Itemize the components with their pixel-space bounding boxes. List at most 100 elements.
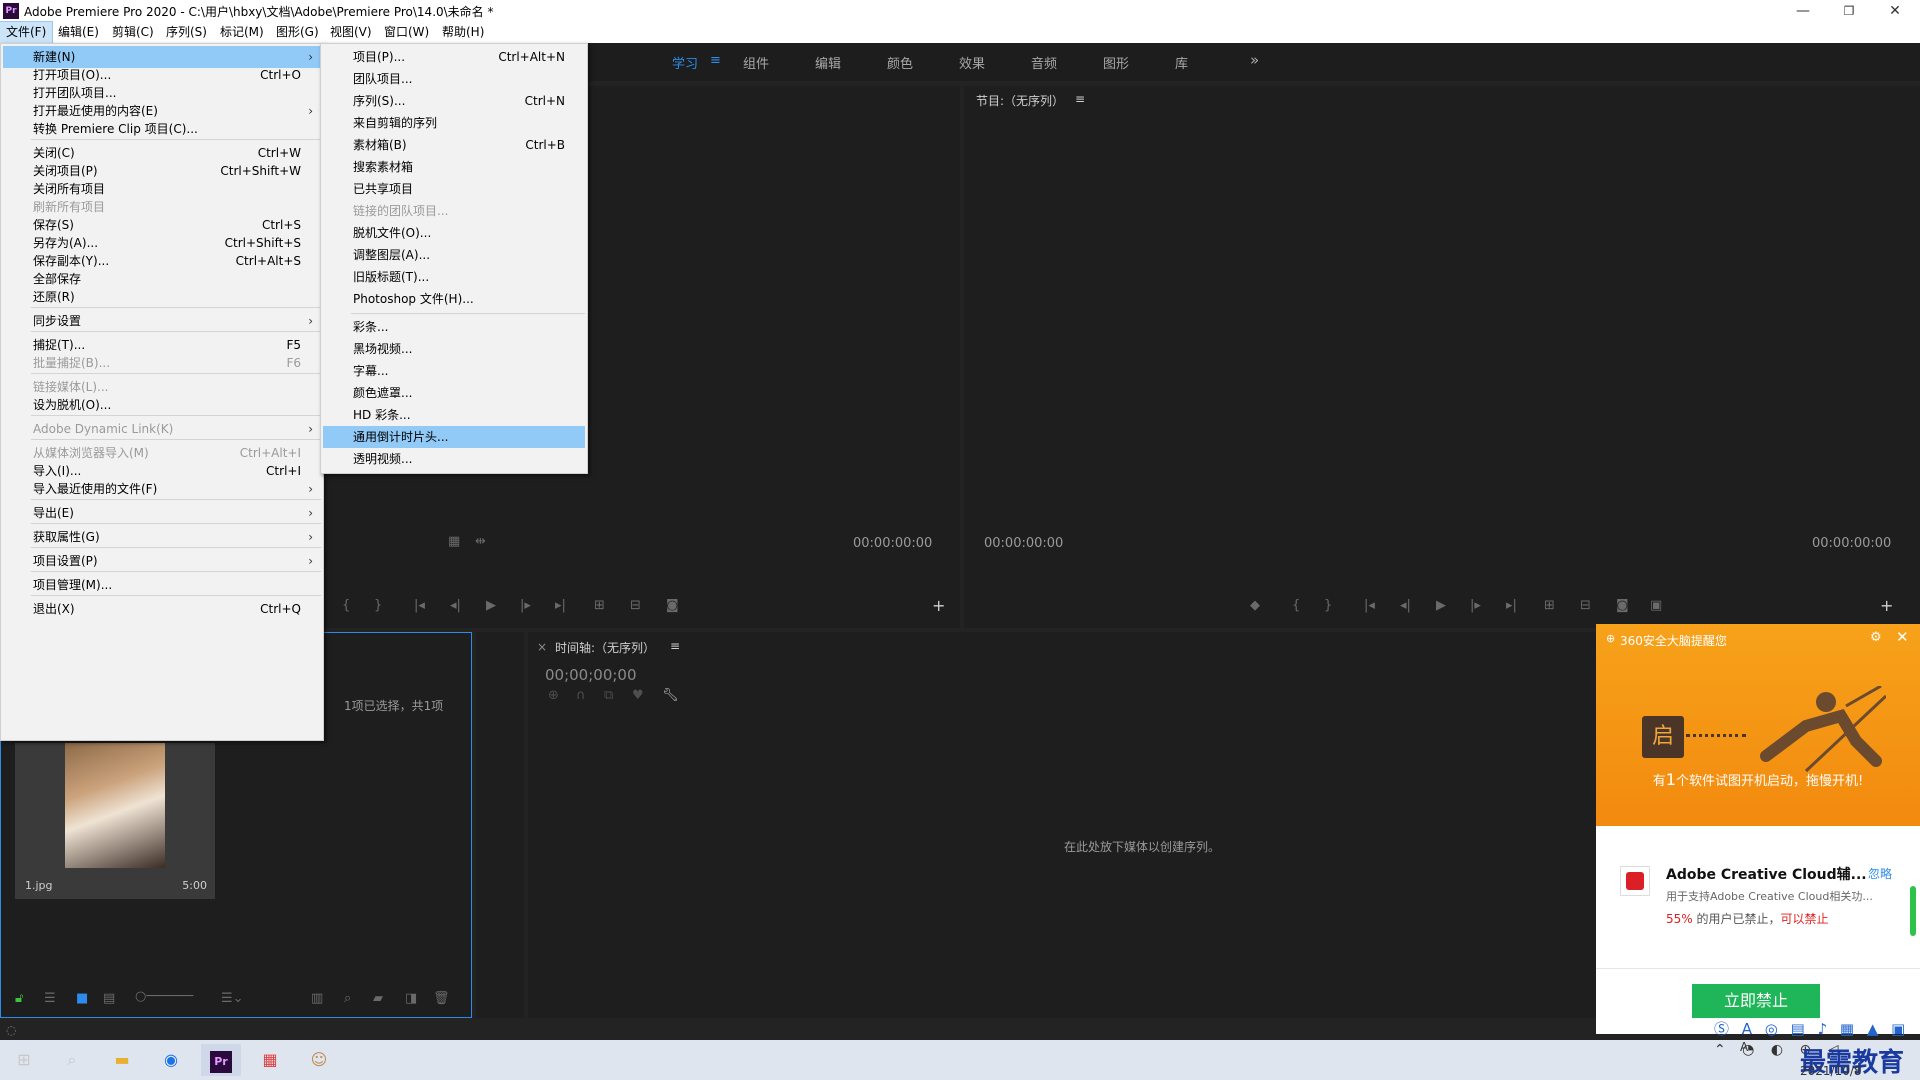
program-go-to-in-icon[interactable]: |◂ <box>1364 598 1375 613</box>
search-icon[interactable]: ⌕ <box>52 1044 92 1076</box>
lift-icon[interactable]: ⊞ <box>1544 598 1555 613</box>
insert-icon[interactable]: ⊞ <box>594 598 605 613</box>
popup-ignore-link[interactable]: 忽略 <box>1868 865 1892 882</box>
source-drag-video-icon[interactable]: ▦ <box>448 534 460 549</box>
automate-icon[interactable]: ▥ <box>311 991 323 1006</box>
list-view-icon[interactable]: ☰ <box>44 991 56 1006</box>
menu-item[interactable]: 项目设置(P) › <box>3 550 321 572</box>
menu-marker[interactable]: 标记(M) <box>214 22 270 43</box>
close-button[interactable]: ✕ <box>1872 0 1918 22</box>
zoom-slider[interactable]: ○────── <box>135 989 193 1004</box>
menu-item[interactable]: Photoshop 文件(H)... <box>323 288 585 310</box>
go-to-out-icon[interactable]: ▸| <box>555 598 566 613</box>
program-add-button-icon[interactable]: + <box>1880 596 1893 615</box>
menu-item[interactable]: 调整图层(A)... <box>323 244 585 266</box>
icon-view-icon[interactable]: ■ <box>76 991 88 1006</box>
program-export-frame-icon[interactable]: ◙ <box>1616 598 1629 613</box>
menu-item[interactable]: 黑场视频... <box>323 338 585 360</box>
project-clip-item[interactable]: 1.jpg 5:00 <box>15 743 215 899</box>
menu-item[interactable]: 脱机文件(O)... <box>323 222 585 244</box>
user-photo-icon[interactable]: ☺ <box>299 1044 339 1076</box>
menu-item[interactable]: 来自剪辑的序列 <box>323 112 585 134</box>
source-drag-audio-icon[interactable]: ⇹ <box>475 534 486 549</box>
play-icon[interactable]: ▶ <box>486 598 496 613</box>
program-add-marker-icon[interactable]: ◆ <box>1250 598 1260 613</box>
program-mark-in-icon[interactable]: { <box>1292 598 1300 613</box>
menu-item[interactable]: 项目(P)... Ctrl+Alt+N <box>323 46 585 68</box>
menu-item[interactable]: 转换 Premiere Clip 项目(C)... <box>3 118 321 140</box>
chrome-icon[interactable]: ◉ <box>151 1044 191 1076</box>
menu-graphics[interactable]: 图形(G) <box>270 22 325 43</box>
timeline-timecode[interactable]: 00;00;00;00 <box>545 666 637 684</box>
source-add-button-icon[interactable]: + <box>932 596 945 615</box>
popup-close-icon[interactable]: ✕ <box>1896 628 1909 646</box>
timeline-settings-wrench-icon[interactable]: 🔧︎ <box>662 688 679 703</box>
menu-item[interactable]: 项目管理(M)... <box>3 574 321 596</box>
popup-block-button[interactable]: 立即禁止 <box>1692 984 1820 1018</box>
premiere-taskbar-icon[interactable]: Pr <box>201 1044 241 1076</box>
new-item-icon[interactable]: ◨ <box>405 991 417 1006</box>
menu-help[interactable]: 帮助(H) <box>436 22 490 43</box>
menu-item[interactable]: 同步设置 › <box>3 310 321 332</box>
export-frame-icon[interactable]: ◙ <box>666 598 679 613</box>
nest-icon[interactable]: ⊕ <box>548 688 559 703</box>
freeform-view-icon[interactable]: ▤ <box>103 991 115 1006</box>
menu-item[interactable]: 透明视频... <box>323 448 585 470</box>
menu-item[interactable]: 团队项目... <box>323 68 585 90</box>
sort-icon[interactable]: ☰⌄ <box>221 991 244 1006</box>
step-back-icon[interactable]: ◂| <box>450 598 461 613</box>
workspace-menu-icon[interactable]: ≡ <box>710 53 721 68</box>
menu-file[interactable]: 文件(F) <box>0 21 54 44</box>
menu-view[interactable]: 视图(V) <box>324 22 378 43</box>
popup-stat-link[interactable]: 可以禁止 <box>1781 912 1829 926</box>
program-play-icon[interactable]: ▶ <box>1436 598 1446 613</box>
extract-icon[interactable]: ⊟ <box>1580 598 1591 613</box>
program-mark-out-icon[interactable]: } <box>1324 598 1332 613</box>
popup-scrollbar[interactable] <box>1910 886 1916 936</box>
menu-clip[interactable]: 剪辑(C) <box>106 22 160 43</box>
program-go-to-out-icon[interactable]: ▸| <box>1506 598 1517 613</box>
menu-item[interactable]: 通用倒计时片头... <box>323 426 585 448</box>
snap-icon[interactable]: ∩ <box>576 688 586 703</box>
lock-icon[interactable]: 🔓︎ <box>15 991 23 1006</box>
minimize-button[interactable]: — <box>1780 0 1826 22</box>
menu-item[interactable]: 获取属性(G) › <box>3 526 321 548</box>
ime-toolbar-icons[interactable]: Ⓢ A ◎ ▤ ♪ ▦ ▲ ▣ <box>1714 1018 1909 1039</box>
workspace-graphics[interactable]: 图形 <box>1103 53 1129 72</box>
menu-item[interactable]: 素材箱(B) Ctrl+B <box>323 134 585 156</box>
workspace-libraries[interactable]: 库 <box>1175 53 1188 72</box>
menu-edit[interactable]: 编辑(E) <box>52 22 105 43</box>
program-step-forward-icon[interactable]: |▸ <box>1470 598 1481 613</box>
linked-selection-icon[interactable]: ⧉ <box>604 688 613 703</box>
menu-item[interactable]: 颜色遮罩... <box>323 382 585 404</box>
menu-item[interactable]: 导入最近使用的文件(F) › <box>3 478 321 500</box>
menu-item[interactable]: 字幕... <box>323 360 585 382</box>
add-marker-icon[interactable]: ♥ <box>632 688 644 703</box>
menu-item[interactable]: 已共享项目 <box>323 178 585 200</box>
file-explorer-icon[interactable]: ▬ <box>102 1044 142 1076</box>
menu-item[interactable]: 搜索素材箱 <box>323 156 585 178</box>
ime-indicator[interactable]: A <box>1740 1040 1748 1054</box>
menu-item[interactable]: 导出(E) › <box>3 502 321 524</box>
maximize-button[interactable]: ❐ <box>1826 0 1872 22</box>
go-to-in-icon[interactable]: |◂ <box>414 598 425 613</box>
menu-item[interactable]: 序列(S)... Ctrl+N <box>323 90 585 112</box>
menu-window[interactable]: 窗口(W) <box>378 22 435 43</box>
program-panel-menu-icon[interactable]: ≡ <box>1075 92 1085 106</box>
timeline-menu-icon[interactable]: ≡ <box>670 639 680 653</box>
workspace-color[interactable]: 颜色 <box>887 53 913 72</box>
mark-out-icon[interactable]: } <box>374 598 382 613</box>
menu-item[interactable]: 旧版标题(T)... <box>323 266 585 288</box>
menu-item[interactable]: 还原(R) <box>3 286 321 308</box>
popup-settings-icon[interactable]: ⚙ <box>1870 630 1882 645</box>
windows-start-icon[interactable]: ⊞ <box>4 1044 44 1076</box>
workspace-effects[interactable]: 效果 <box>959 53 985 72</box>
menu-sequence[interactable]: 序列(S) <box>160 22 213 43</box>
workspace-more-icon[interactable]: » <box>1250 51 1259 69</box>
menu-item[interactable]: 彩条... <box>323 316 585 338</box>
menu-item[interactable]: 设为脱机(O)... <box>3 394 321 416</box>
menu-item[interactable]: 退出(X) Ctrl+Q <box>3 598 321 620</box>
menu-item[interactable]: HD 彩条... <box>323 404 585 426</box>
program-step-back-icon[interactable]: ◂| <box>1400 598 1411 613</box>
timeline-close-icon[interactable]: × <box>537 640 547 654</box>
